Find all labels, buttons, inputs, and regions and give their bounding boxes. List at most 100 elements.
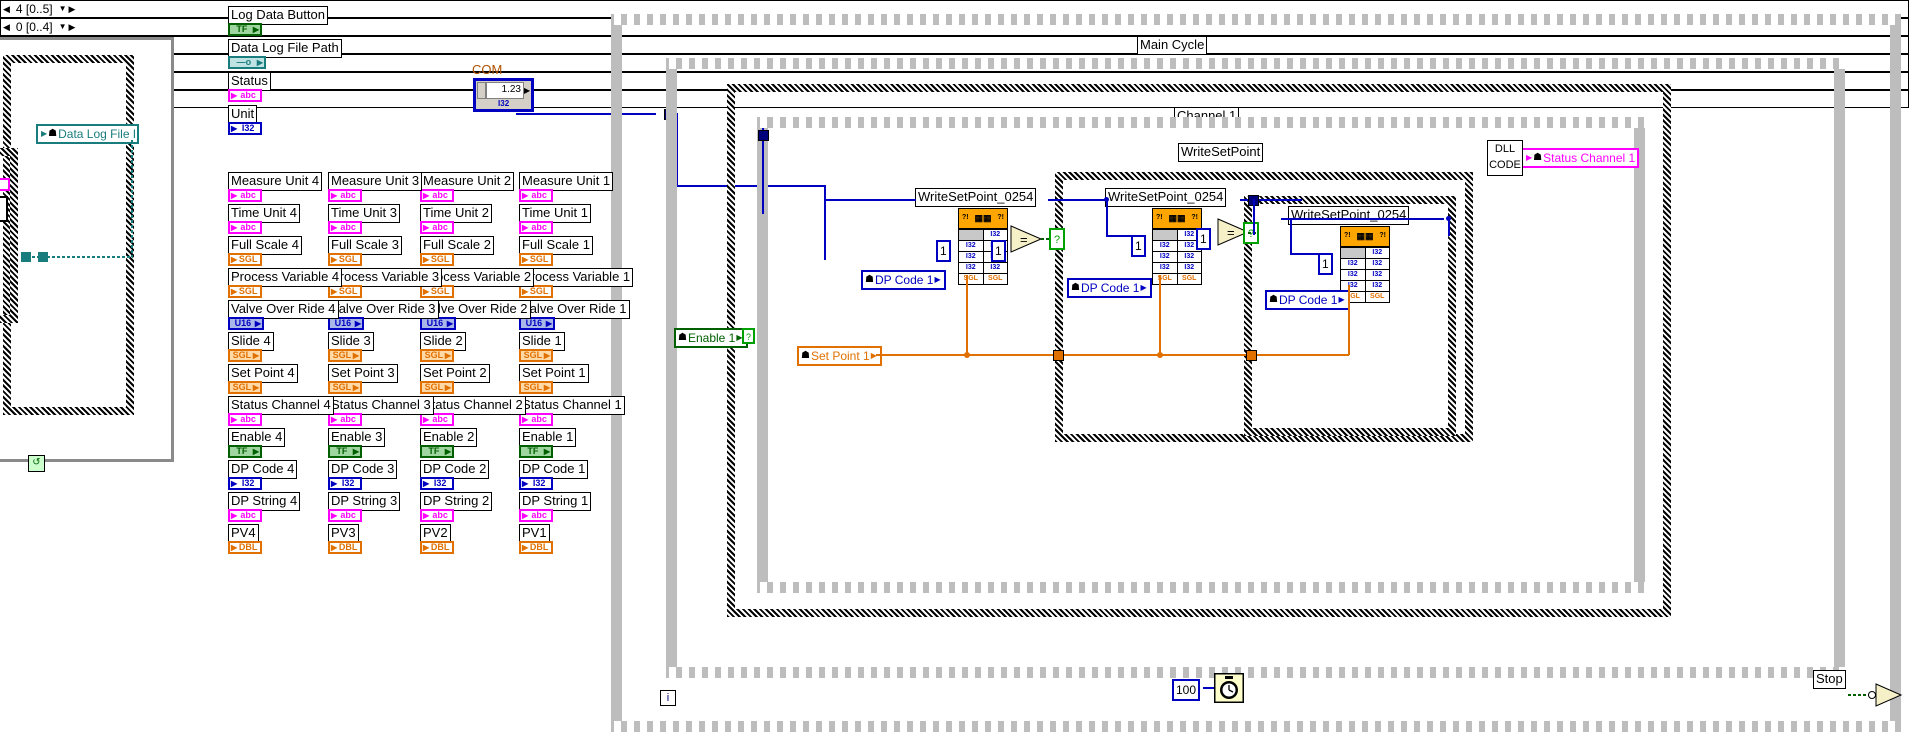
clf-input-terminal[interactable] — [1153, 230, 1178, 240]
terminal-process-variable-4[interactable]: ▶SGL — [228, 285, 262, 298]
clf-input-terminal[interactable]: I32 — [1153, 241, 1178, 251]
terminal-measure-unit-3[interactable]: ▶abc — [328, 189, 362, 202]
terminal-dp-code-1[interactable]: ▶I32 — [519, 477, 553, 490]
next-frame-arrow-icon[interactable]: ▶ — [68, 2, 77, 16]
index-constant-3[interactable]: 1 — [1131, 235, 1146, 257]
terminal-full-scale-4[interactable]: ▶SGL — [228, 253, 262, 266]
clf-output-terminal[interactable]: I32 — [1366, 259, 1390, 269]
com-value[interactable]: 1.23 — [486, 82, 524, 99]
local-var-dp-code-1-a[interactable]: ☗ DP Code 1 ▶ — [861, 270, 946, 290]
wire-setpoint-v2 — [1159, 275, 1161, 355]
terminal-full-scale-1[interactable]: ▶SGL — [519, 253, 553, 266]
clf-input-terminal[interactable]: I32 — [1341, 259, 1366, 269]
clf-input-terminal[interactable]: I32 — [959, 252, 984, 262]
terminal-dp-code-4[interactable]: ▶I32 — [228, 477, 262, 490]
call-library-function-node-2[interactable]: ▦▦?!?!I32I32I32I32I32I32I32SGLSGL — [1152, 208, 1202, 285]
terminal-time-unit-1[interactable]: ▶abc — [519, 221, 553, 234]
clf-output-terminal[interactable]: SGL — [1178, 274, 1202, 284]
clf-output-terminal[interactable]: I32 — [984, 230, 1008, 240]
terminal-status-channel-4[interactable]: ▶abc — [228, 413, 262, 426]
terminal-time-unit-3[interactable]: ▶abc — [328, 221, 362, 234]
local-var-arrow-icon: ▶ — [40, 127, 48, 141]
terminal-data-log-file-path[interactable]: —o▶ — [228, 56, 266, 69]
terminal-out-arrow-icon: ▶ — [445, 383, 451, 392]
rotate-icon[interactable]: ↺ — [28, 455, 45, 472]
next-frame-arrow-icon-2[interactable]: ▶ — [68, 20, 77, 34]
wait-ms-icon[interactable] — [1214, 673, 1244, 703]
clf-input-terminal[interactable]: I32 — [959, 263, 984, 273]
home-icon-dp3: ☗ — [1269, 293, 1279, 307]
terminal-full-scale-3[interactable]: ▶SGL — [328, 253, 362, 266]
clf-input-terminal[interactable]: SGL — [1153, 274, 1178, 284]
terminal-time-unit-4[interactable]: ▶abc — [228, 221, 262, 234]
terminal-status[interactable]: ▶abc — [228, 89, 262, 102]
terminal-measure-unit-4[interactable]: ▶abc — [228, 189, 262, 202]
terminal-dp-string-1[interactable]: ▶abc — [519, 509, 553, 522]
terminal-pv2[interactable]: ▶DBL — [420, 541, 454, 554]
terminal-measure-unit-2[interactable]: ▶abc — [420, 189, 454, 202]
clf-output-terminal[interactable]: I32 — [984, 263, 1008, 273]
clf-output-terminal[interactable]: I32 — [1178, 263, 1202, 273]
clf-input-terminal[interactable] — [1341, 248, 1366, 258]
clf-input-terminal[interactable]: I32 — [1153, 263, 1178, 273]
terminal-unit[interactable]: ▶I32 — [228, 122, 262, 135]
terminal-slide-1[interactable]: SGL▶ — [519, 349, 553, 362]
terminal-pv4[interactable]: ▶DBL — [228, 541, 262, 554]
index-constant-5[interactable]: 1 — [1318, 253, 1333, 275]
clf-input-terminal[interactable] — [959, 230, 984, 240]
terminal-set-point-2[interactable]: SGL▶ — [420, 381, 454, 394]
prev-frame-arrow-icon[interactable]: ◀ — [2, 2, 11, 16]
clf-input-terminal[interactable]: I32 — [1341, 270, 1366, 280]
clf-output-terminal[interactable]: I32 — [1366, 281, 1390, 291]
terminal-dp-string-4[interactable]: ▶abc — [228, 509, 262, 522]
local-var-status-channel-1[interactable]: ▶ ☗ Status Channel 1 — [1521, 148, 1639, 168]
frame-dropdown-icon-2[interactable]: ▼ — [58, 20, 68, 34]
clf-input-terminal[interactable]: SGL — [959, 274, 984, 284]
com-numeric-control[interactable]: 1.23 ▶ I32 — [473, 78, 534, 112]
not-function-icon[interactable] — [1868, 682, 1904, 708]
local-var-dp-code-1-c[interactable]: ☗ DP Code 1 ▶ — [1265, 290, 1350, 310]
terminal-set-point-1[interactable]: SGL▶ — [519, 381, 553, 394]
terminal-log-data-button[interactable]: TF▶ — [228, 23, 262, 36]
clf-output-terminal[interactable]: I32 — [1366, 270, 1390, 280]
index-constant-4[interactable]: 1 — [1196, 228, 1211, 250]
terminal-enable-1[interactable]: TF▶ — [519, 445, 553, 458]
terminal-enable-3[interactable]: TF▶ — [328, 445, 362, 458]
terminal-enable-4[interactable]: TF▶ — [228, 445, 262, 458]
terminal-measure-unit-1[interactable]: ▶abc — [519, 189, 553, 202]
clf-input-terminal[interactable]: I32 — [959, 241, 984, 251]
terminal-slide-4[interactable]: SGL▶ — [228, 349, 262, 362]
clf-output-terminal[interactable]: SGL — [1366, 292, 1390, 302]
equal-function-1[interactable]: = — [1010, 225, 1042, 253]
local-var-set-point-1[interactable]: ☗ Set Point 1 ▶ — [797, 346, 882, 366]
clf-output-terminal[interactable]: I32 — [1178, 252, 1202, 262]
terminal-dp-code-3[interactable]: ▶I32 — [328, 477, 362, 490]
terminal-time-unit-2[interactable]: ▶abc — [420, 221, 454, 234]
index-constant-2[interactable]: 1 — [991, 240, 1006, 262]
terminal-set-point-3[interactable]: SGL▶ — [328, 381, 362, 394]
terminal-dp-string-2[interactable]: ▶abc — [420, 509, 454, 522]
terminal-pv3[interactable]: ▶DBL — [328, 541, 362, 554]
terminal-pv1[interactable]: ▶DBL — [519, 541, 553, 554]
local-var-enable-1[interactable]: ☗ Enable 1 ▶ — [674, 328, 748, 348]
local-var-data-log-file-path[interactable]: ▶ ☗ Data Log File Path — [36, 124, 139, 144]
terminal-enable-2[interactable]: TF▶ — [420, 445, 454, 458]
frame-dropdown-icon[interactable]: ▼ — [58, 2, 68, 16]
terminal-type-text: SGL — [528, 255, 550, 264]
clf-output-terminal[interactable]: SGL — [984, 274, 1008, 284]
terminal-valve-over-ride-4[interactable]: U16▶ — [228, 317, 264, 330]
terminal-dp-code-2[interactable]: ▶I32 — [420, 477, 454, 490]
prev-frame-arrow-icon-2[interactable]: ◀ — [2, 20, 11, 34]
terminal-dp-string-3[interactable]: ▶abc — [328, 509, 362, 522]
terminal-full-scale-2[interactable]: ▶SGL — [420, 253, 454, 266]
dll-code-box[interactable]: DLL CODE — [1487, 140, 1523, 176]
wait-ms-constant[interactable]: 100 — [1172, 679, 1200, 701]
terminal-set-point-4[interactable]: SGL▶ — [228, 381, 262, 394]
clf-output-terminal[interactable]: I32 — [1366, 248, 1390, 258]
left-panel-magenta-term[interactable] — [0, 178, 10, 191]
local-var-dp-code-1-b[interactable]: ☗ DP Code 1 ▶ — [1067, 278, 1152, 298]
terminal-slide-3[interactable]: SGL▶ — [328, 349, 362, 362]
terminal-slide-2[interactable]: SGL▶ — [420, 349, 454, 362]
clf-input-terminal[interactable]: I32 — [1153, 252, 1178, 262]
index-constant-1[interactable]: 1 — [936, 240, 951, 262]
